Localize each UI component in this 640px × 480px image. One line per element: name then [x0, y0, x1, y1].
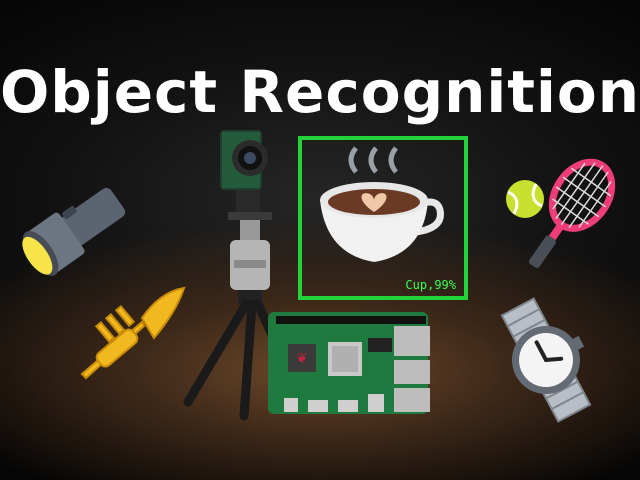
tennis-racket-icon: [528, 158, 616, 268]
page-title: Object Recognition: [0, 58, 640, 126]
flashlight-icon: [22, 187, 126, 276]
wristwatch-icon: [500, 297, 592, 423]
raspberry-pi-board-image: ❦: [268, 312, 430, 414]
coffee-cup-icon: [320, 146, 444, 262]
svg-text:❦: ❦: [296, 351, 308, 367]
